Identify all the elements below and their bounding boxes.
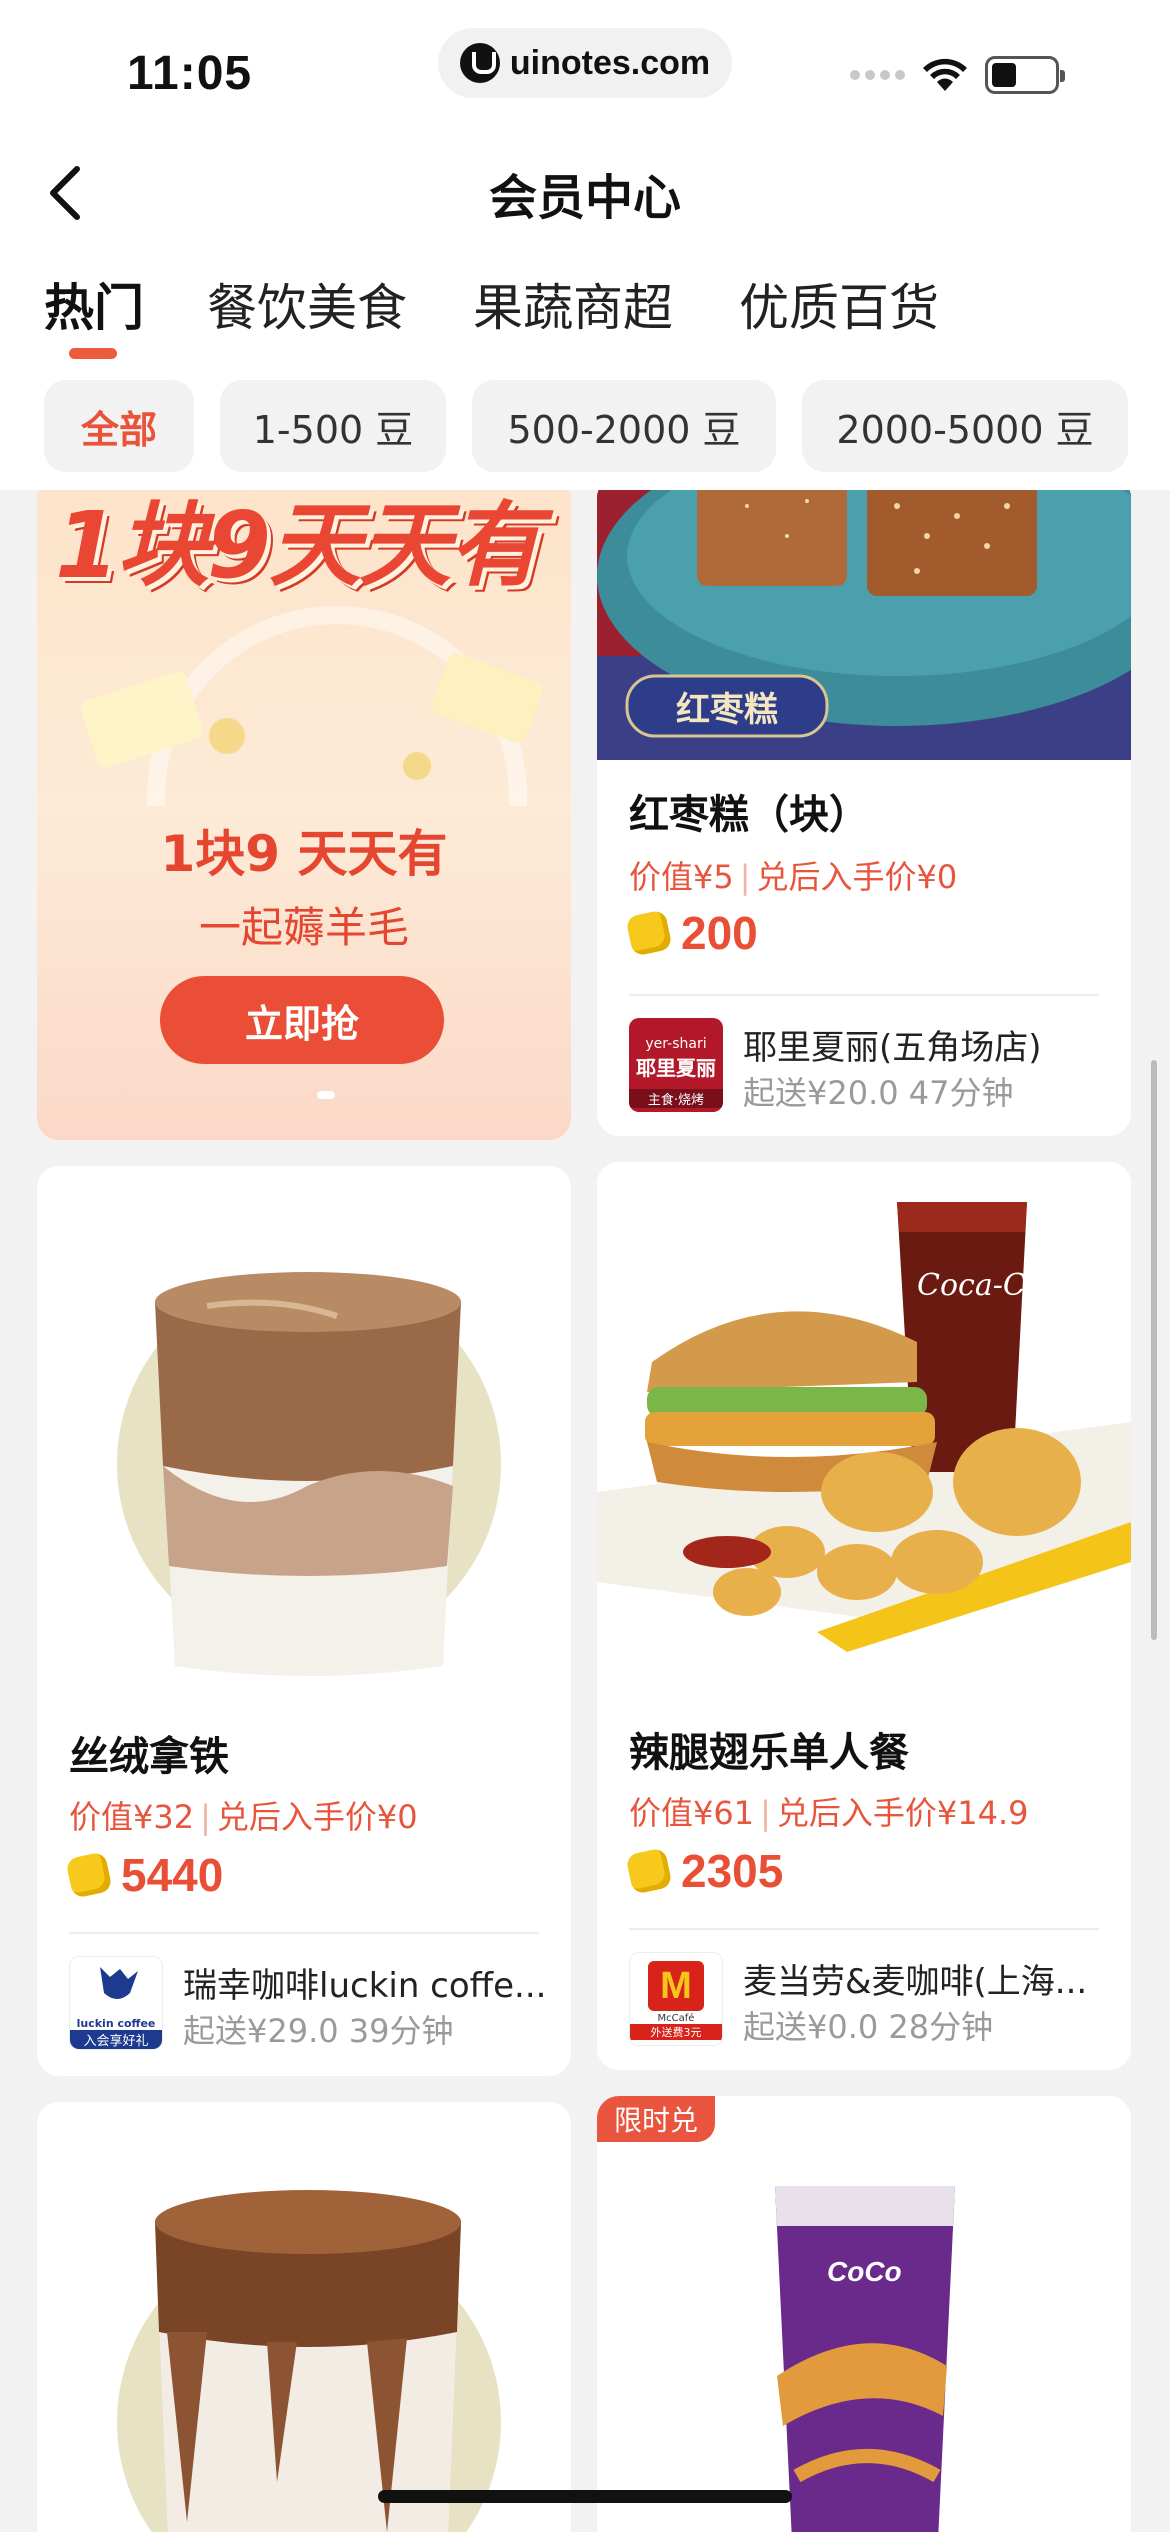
product-title: 辣腿翅乐单人餐: [629, 1730, 909, 1776]
coin-icon: [625, 909, 673, 957]
product-image-label: CoCo: [827, 2256, 902, 2287]
signal-icon: [850, 70, 905, 80]
coin-value: 200: [681, 907, 758, 959]
product-card[interactable]: CoCo 限时兑: [597, 2096, 1131, 2532]
store-logo: yer-shari 耶里夏丽 主食·烧烤: [629, 1018, 723, 1112]
coin-icon: [65, 1851, 113, 1899]
page-title: 会员中心: [488, 170, 681, 226]
coin-value: 2305: [681, 1845, 784, 1897]
store-delivery: 起送¥20.0 47分钟: [743, 1074, 1014, 1112]
store-logo: M McCafé 外送费3元: [629, 1952, 723, 2046]
active-tab-indicator: [69, 348, 117, 359]
screen: 11:05 uinotes.com 会员中心 热门 餐饮美食 果蔬商超 优质百货: [0, 0, 1170, 2532]
ticket-decoration: [80, 653, 543, 780]
product-card[interactable]: [37, 2102, 571, 2532]
product-price: 价值¥32 | 兑后入手价¥0: [69, 1798, 418, 1836]
promo-subtitle: 一起薅羊毛: [198, 903, 409, 952]
product-after-price: 兑后入手价¥0: [216, 1798, 418, 1836]
product-card[interactable]: Coca-Cola 辣腿翅乐单人餐 价值¥61 | 兑后入手价¥14.9 2305 …: [597, 1162, 1131, 2070]
product-value: 价值¥61: [629, 1794, 755, 1832]
product-price: 价值¥5 | 兑后入手价¥0: [629, 858, 958, 896]
store-delivery: 起送¥0.0 28分钟: [743, 2008, 994, 2046]
product-coins: 200: [625, 906, 758, 960]
status-time: 11:05: [127, 47, 253, 100]
store-name: 耶里夏丽(五角场店): [743, 1028, 1042, 1068]
category-tabs: 热门 餐饮美食 果蔬商超 优质百货: [0, 268, 1170, 348]
product-image: [37, 2102, 571, 2532]
product-card[interactable]: 红枣糕 红枣糕（块） 价值¥5 | 兑后入手价¥0 200 yer-shari 耶里…: [597, 476, 1131, 1136]
divider: [629, 994, 1099, 996]
divider: [69, 1932, 539, 1934]
store-name: 麦当劳&麦咖啡(上海...: [743, 1962, 1088, 2002]
tab-goods[interactable]: 优质百货: [739, 268, 939, 340]
tab-hot[interactable]: 热门: [44, 268, 144, 340]
url-pill[interactable]: uinotes.com: [438, 28, 732, 98]
limited-badge: 限时兑: [597, 2096, 715, 2142]
product-image: [37, 1166, 571, 1706]
filter-chip-500-2000[interactable]: 500-2000 豆: [472, 380, 776, 472]
promo-title: 1块9 天天有: [160, 825, 448, 883]
product-image-label: Coca-Cola: [917, 1268, 1072, 1303]
filter-chips: 全部 1-500 豆 500-2000 豆 2000-5000 豆: [0, 380, 1170, 472]
product-image-label: 红枣糕: [676, 689, 778, 730]
promo-card[interactable]: 1块9天天有 1块9 天天有 一起薅羊毛 立即抢: [37, 476, 571, 1140]
store-name: 瑞幸咖啡luckin coffe...: [183, 1966, 547, 2006]
grab-now-button[interactable]: 立即抢: [160, 976, 444, 1064]
scrollbar[interactable]: [1151, 1060, 1157, 1640]
status-icons: [850, 56, 1065, 94]
product-coins: 2305: [625, 1844, 784, 1898]
product-card[interactable]: 丝绒拿铁 价值¥32 | 兑后入手价¥0 5440 luckin coffee 入会…: [37, 1166, 571, 2076]
coin-value: 5440: [121, 1849, 224, 1901]
tab-food[interactable]: 餐饮美食: [207, 268, 407, 340]
store-logo: luckin coffee 入会享好礼: [69, 1956, 163, 2050]
product-after-price: 兑后入手价¥0: [756, 858, 958, 896]
store-row[interactable]: luckin coffee 入会享好礼 瑞幸咖啡luckin coffe... …: [69, 1956, 551, 2052]
store-row[interactable]: yer-shari 耶里夏丽 主食·烧烤 耶里夏丽(五角场店) 起送¥20.0 …: [629, 1018, 1111, 1114]
url-text: uinotes.com: [509, 43, 711, 82]
home-indicator[interactable]: [378, 2490, 792, 2503]
product-image: CoCo: [597, 2096, 1131, 2532]
store-row[interactable]: M McCafé 外送费3元 麦当劳&麦咖啡(上海... 起送¥0.0 28分钟: [629, 1952, 1111, 2048]
divider: [629, 1928, 1099, 1930]
top-bar: 11:05 uinotes.com 会员中心 热门 餐饮美食 果蔬商超 优质百货: [0, 0, 1170, 490]
product-value: 价值¥5: [629, 858, 734, 896]
tab-fresh[interactable]: 果蔬商超: [473, 268, 673, 340]
site-logo-icon: [459, 43, 500, 83]
filter-chip-1-500[interactable]: 1-500 豆: [220, 380, 446, 472]
product-value: 价值¥32: [69, 1798, 195, 1836]
product-image: 红枣糕: [597, 476, 1131, 760]
product-image: Coca-Cola: [597, 1162, 1131, 1702]
filter-chip-2000-5000[interactable]: 2000-5000 豆: [802, 380, 1128, 472]
carousel-indicator: [317, 1091, 335, 1099]
product-coins: 5440: [65, 1848, 224, 1902]
coin-icon: [625, 1847, 673, 1895]
product-after-price: 兑后入手价¥14.9: [776, 1794, 1029, 1832]
product-title: 丝绒拿铁: [69, 1734, 229, 1780]
product-title: 红枣糕（块）: [629, 792, 869, 838]
promo-banner-text: 1块9天天有: [55, 492, 541, 599]
filter-chip-all[interactable]: 全部: [44, 380, 194, 472]
store-delivery: 起送¥29.0 39分钟: [183, 2012, 454, 2050]
wifi-icon: [923, 58, 967, 91]
battery-icon: [985, 56, 1065, 94]
product-price: 价值¥61 | 兑后入手价¥14.9: [629, 1794, 1029, 1832]
